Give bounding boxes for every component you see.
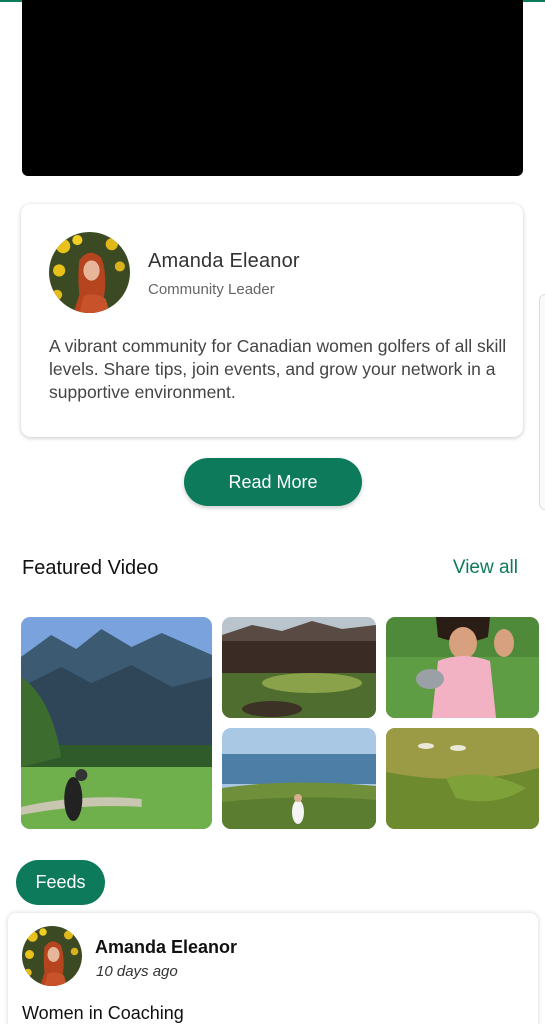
profile-name: Amanda Eleanor — [148, 250, 300, 272]
feed-timestamp: 10 days ago — [96, 963, 178, 980]
video-thumbnail-5[interactable] — [386, 728, 539, 829]
tab-feeds[interactable]: Feeds — [16, 860, 105, 905]
profile-card: Amanda Eleanor Community Leader A vibran… — [21, 204, 523, 437]
read-more-button[interactable]: Read More — [184, 458, 362, 506]
view-all-link[interactable]: View all — [453, 557, 518, 579]
video-thumbnail-4[interactable] — [222, 728, 376, 829]
feed-post-title: Women in Coaching — [22, 1003, 184, 1023]
profile-role: Community Leader — [148, 281, 275, 298]
avatar[interactable] — [22, 926, 82, 986]
video-thumbnail-2[interactable] — [222, 617, 376, 718]
feed-author-name[interactable]: Amanda Eleanor — [95, 937, 237, 958]
profile-description: A vibrant community for Canadian women g… — [49, 336, 507, 402]
side-scroll-handle[interactable] — [539, 294, 545, 510]
video-player[interactable] — [22, 0, 523, 176]
avatar[interactable] — [49, 232, 130, 313]
video-thumbnail-1[interactable] — [21, 617, 212, 829]
feed-post-card[interactable]: Amanda Eleanor 10 days ago Women in Coac… — [8, 913, 538, 1024]
featured-video-title: Featured Video — [22, 557, 159, 579]
video-thumbnail-3[interactable] — [386, 617, 539, 718]
